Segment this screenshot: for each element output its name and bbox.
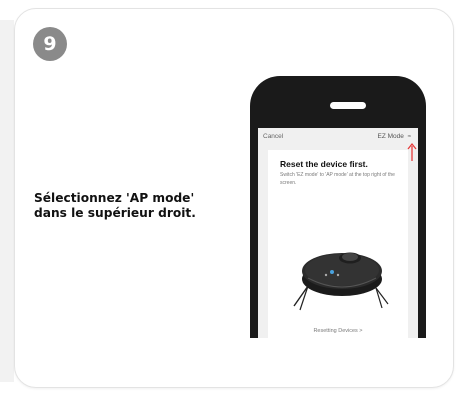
instruction-line-1: Sélectionnez 'AP mode' [34,191,195,205]
left-edge-strip [0,20,14,382]
instruction-text: Sélectionnez 'AP mode' dans le supérieur… [34,191,224,221]
resetting-devices-link[interactable]: Resetting Devices > [268,328,408,334]
ez-mode-button[interactable]: EZ Mode ≈ [378,133,411,140]
robot-vacuum-image [293,252,389,311]
wifi-icon: ≈ [407,134,411,140]
step-number: 9 [43,33,57,55]
reset-title: Reset the device first. [280,159,368,169]
cancel-button[interactable]: Cancel [263,133,283,140]
step-badge: 9 [33,27,67,61]
reset-panel: Reset the device first. Switch 'EZ mode'… [268,150,408,338]
instruction-line-2: dans le supérieur droit. [34,206,196,220]
phone-screen: Cancel EZ Mode ≈ Reset the device first.… [258,128,418,338]
phone-speaker [330,102,366,109]
reset-subtitle: Switch 'EZ mode' to 'AP mode' at the top… [280,172,395,186]
phone-mockup: Cancel EZ Mode ≈ Reset the device first.… [250,76,426,338]
ez-mode-label: EZ Mode [377,133,404,140]
